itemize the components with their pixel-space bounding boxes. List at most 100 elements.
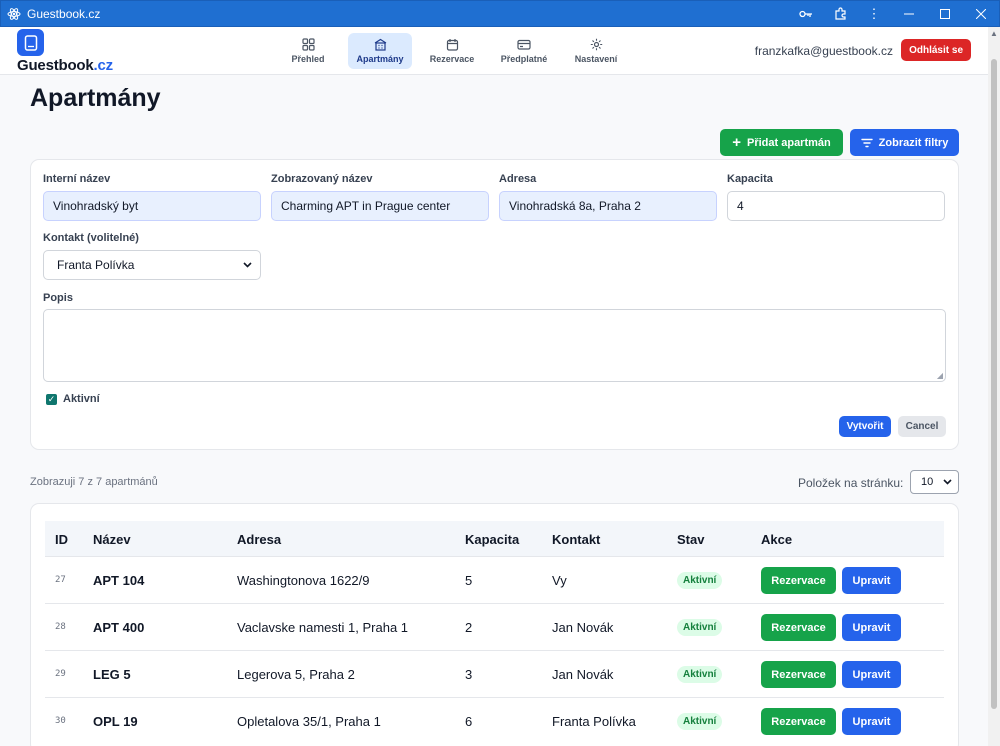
scroll-up-arrow-icon[interactable]: ▲ bbox=[990, 29, 998, 38]
status-badge: Aktivní bbox=[677, 666, 723, 683]
row-id: 28 bbox=[55, 622, 66, 632]
nav-label: Přehled bbox=[291, 54, 325, 64]
row-address: Vaclavske namesti 1, Praha 1 bbox=[237, 620, 409, 635]
table-row: 28 APT 400 Vaclavske namesti 1, Praha 1 … bbox=[45, 604, 944, 651]
more-vertical-icon[interactable]: ⋮ bbox=[857, 1, 891, 26]
add-apartment-label: Přidat apartmán bbox=[747, 136, 831, 149]
nav-item-prehled[interactable]: Přehled bbox=[276, 33, 340, 69]
grid-icon bbox=[301, 38, 315, 51]
edit-button[interactable]: Upravit bbox=[842, 567, 901, 594]
main-nav: Přehled Apartmány Rezervace Předplatné N… bbox=[276, 33, 628, 69]
contact-select[interactable]: Franta Polívka bbox=[43, 250, 261, 280]
header-name: Název bbox=[93, 532, 131, 547]
chevron-down-icon bbox=[943, 477, 952, 487]
scrollbar-thumb[interactable] bbox=[991, 59, 997, 709]
status-badge: Aktivní bbox=[677, 713, 723, 730]
description-label: Popis bbox=[43, 292, 73, 304]
row-address: Opletalova 35/1, Praha 1 bbox=[237, 714, 381, 729]
logout-button[interactable]: Odhlásit se bbox=[901, 39, 971, 61]
window-title: Guestbook.cz bbox=[27, 6, 101, 21]
status-badge: Aktivní bbox=[677, 619, 723, 636]
row-capacity: 2 bbox=[465, 620, 473, 635]
table-row: 27 APT 104 Washingtonova 1622/9 5 Vy Akt… bbox=[45, 557, 944, 604]
row-name: APT 400 bbox=[93, 620, 145, 635]
internal-name-label: Interní název bbox=[43, 173, 111, 185]
row-contact: Jan Novák bbox=[552, 620, 614, 635]
table-row: 29 LEG 5 Legerova 5, Praha 2 3 Jan Novák… bbox=[45, 651, 944, 698]
header-status: Stav bbox=[677, 532, 705, 547]
nav-item-rezervace[interactable]: Rezervace bbox=[420, 33, 484, 69]
react-app-icon bbox=[7, 7, 21, 21]
internal-name-input[interactable]: Vinohradský byt bbox=[43, 191, 261, 221]
per-page-select[interactable]: 10 bbox=[910, 470, 959, 494]
plus-icon: + bbox=[732, 134, 741, 151]
filter-icon bbox=[860, 138, 873, 147]
row-name: APT 104 bbox=[93, 573, 145, 588]
nav-label: Rezervace bbox=[429, 54, 475, 64]
row-address: Washingtonova 1622/9 bbox=[237, 573, 370, 588]
page-scrollbar[interactable]: ▲ bbox=[988, 27, 1000, 746]
brand-tld: .cz bbox=[93, 57, 114, 74]
resize-grip-icon[interactable]: ◢ bbox=[937, 371, 943, 380]
row-name: OPL 19 bbox=[93, 714, 138, 729]
active-checkbox-label: Aktivní bbox=[63, 393, 100, 405]
row-contact: Vy bbox=[552, 573, 567, 588]
building-icon bbox=[374, 38, 386, 51]
active-checkbox-row[interactable]: ✓ Aktivní bbox=[46, 393, 100, 405]
apartments-table: ID Název Adresa Kapacita Kontakt Stav Ak… bbox=[30, 503, 959, 746]
key-icon[interactable] bbox=[789, 1, 823, 26]
create-apartment-form: Interní název Vinohradský byt Zobrazovan… bbox=[30, 159, 959, 450]
maximize-icon[interactable] bbox=[927, 1, 963, 26]
reserve-button[interactable]: Rezervace bbox=[761, 661, 836, 688]
address-input[interactable]: Vinohradská 8a, Praha 2 bbox=[499, 191, 717, 221]
minimize-icon[interactable] bbox=[891, 1, 927, 26]
contact-label: Kontakt (volitelné) bbox=[43, 232, 139, 244]
contact-selected-value: Franta Polívka bbox=[57, 258, 135, 272]
brand-name: Guestbook bbox=[17, 57, 94, 74]
nav-item-apartmany[interactable]: Apartmány bbox=[348, 33, 412, 69]
header-id: ID bbox=[55, 532, 68, 547]
capacity-input[interactable]: 4 bbox=[727, 191, 945, 221]
credit-card-icon bbox=[517, 39, 531, 50]
brand-logo[interactable]: Guestbook.cz bbox=[17, 57, 113, 74]
header-actions: Akce bbox=[761, 532, 793, 547]
cancel-button[interactable]: Cancel bbox=[898, 416, 946, 437]
reserve-button[interactable]: Rezervace bbox=[761, 614, 836, 641]
create-button[interactable]: Vytvořit bbox=[839, 416, 891, 437]
edit-button[interactable]: Upravit bbox=[842, 708, 901, 735]
row-capacity: 3 bbox=[465, 667, 473, 682]
showing-count: Zobrazuji 7 z 7 apartmánů bbox=[30, 476, 158, 488]
gear-icon bbox=[590, 38, 602, 51]
display-name-input[interactable]: Charming APT in Prague center bbox=[271, 191, 489, 221]
header-capacity: Kapacita bbox=[465, 532, 520, 547]
reserve-button[interactable]: Rezervace bbox=[761, 567, 836, 594]
active-checkbox[interactable]: ✓ bbox=[46, 393, 57, 405]
status-badge: Aktivní bbox=[677, 572, 723, 589]
description-textarea[interactable]: ◢ bbox=[43, 309, 946, 382]
row-contact: Jan Novák bbox=[552, 667, 614, 682]
table-row: 30 OPL 19 Opletalova 35/1, Praha 1 6 Fra… bbox=[45, 698, 944, 745]
row-contact: Franta Polívka bbox=[552, 714, 636, 729]
per-page-value: 10 bbox=[921, 476, 934, 488]
edit-button[interactable]: Upravit bbox=[842, 614, 901, 641]
reserve-button[interactable]: Rezervace bbox=[761, 708, 836, 735]
nav-label: Předplatné bbox=[500, 54, 548, 64]
row-id: 29 bbox=[55, 669, 66, 679]
calendar-icon bbox=[446, 39, 458, 51]
header-address: Adresa bbox=[237, 532, 282, 547]
row-address: Legerova 5, Praha 2 bbox=[237, 667, 355, 682]
nav-item-predplatne[interactable]: Předplatné bbox=[492, 33, 556, 69]
edit-button[interactable]: Upravit bbox=[842, 661, 901, 688]
extension-icon[interactable] bbox=[823, 1, 857, 26]
chevron-down-icon bbox=[243, 260, 252, 270]
show-filters-label: Zobrazit filtry bbox=[878, 136, 949, 149]
page-title: Apartmány bbox=[30, 84, 161, 112]
nav-item-nastaveni[interactable]: Nastavení bbox=[564, 33, 628, 69]
add-apartment-button[interactable]: + Přidat apartmán bbox=[720, 129, 843, 156]
show-filters-button[interactable]: Zobrazit filtry bbox=[850, 129, 959, 156]
per-page-label: Položek na stránku: bbox=[798, 476, 904, 490]
address-label: Adresa bbox=[499, 173, 537, 185]
logo-book-icon[interactable] bbox=[17, 29, 44, 56]
row-name: LEG 5 bbox=[93, 667, 131, 682]
close-icon[interactable] bbox=[963, 1, 999, 26]
